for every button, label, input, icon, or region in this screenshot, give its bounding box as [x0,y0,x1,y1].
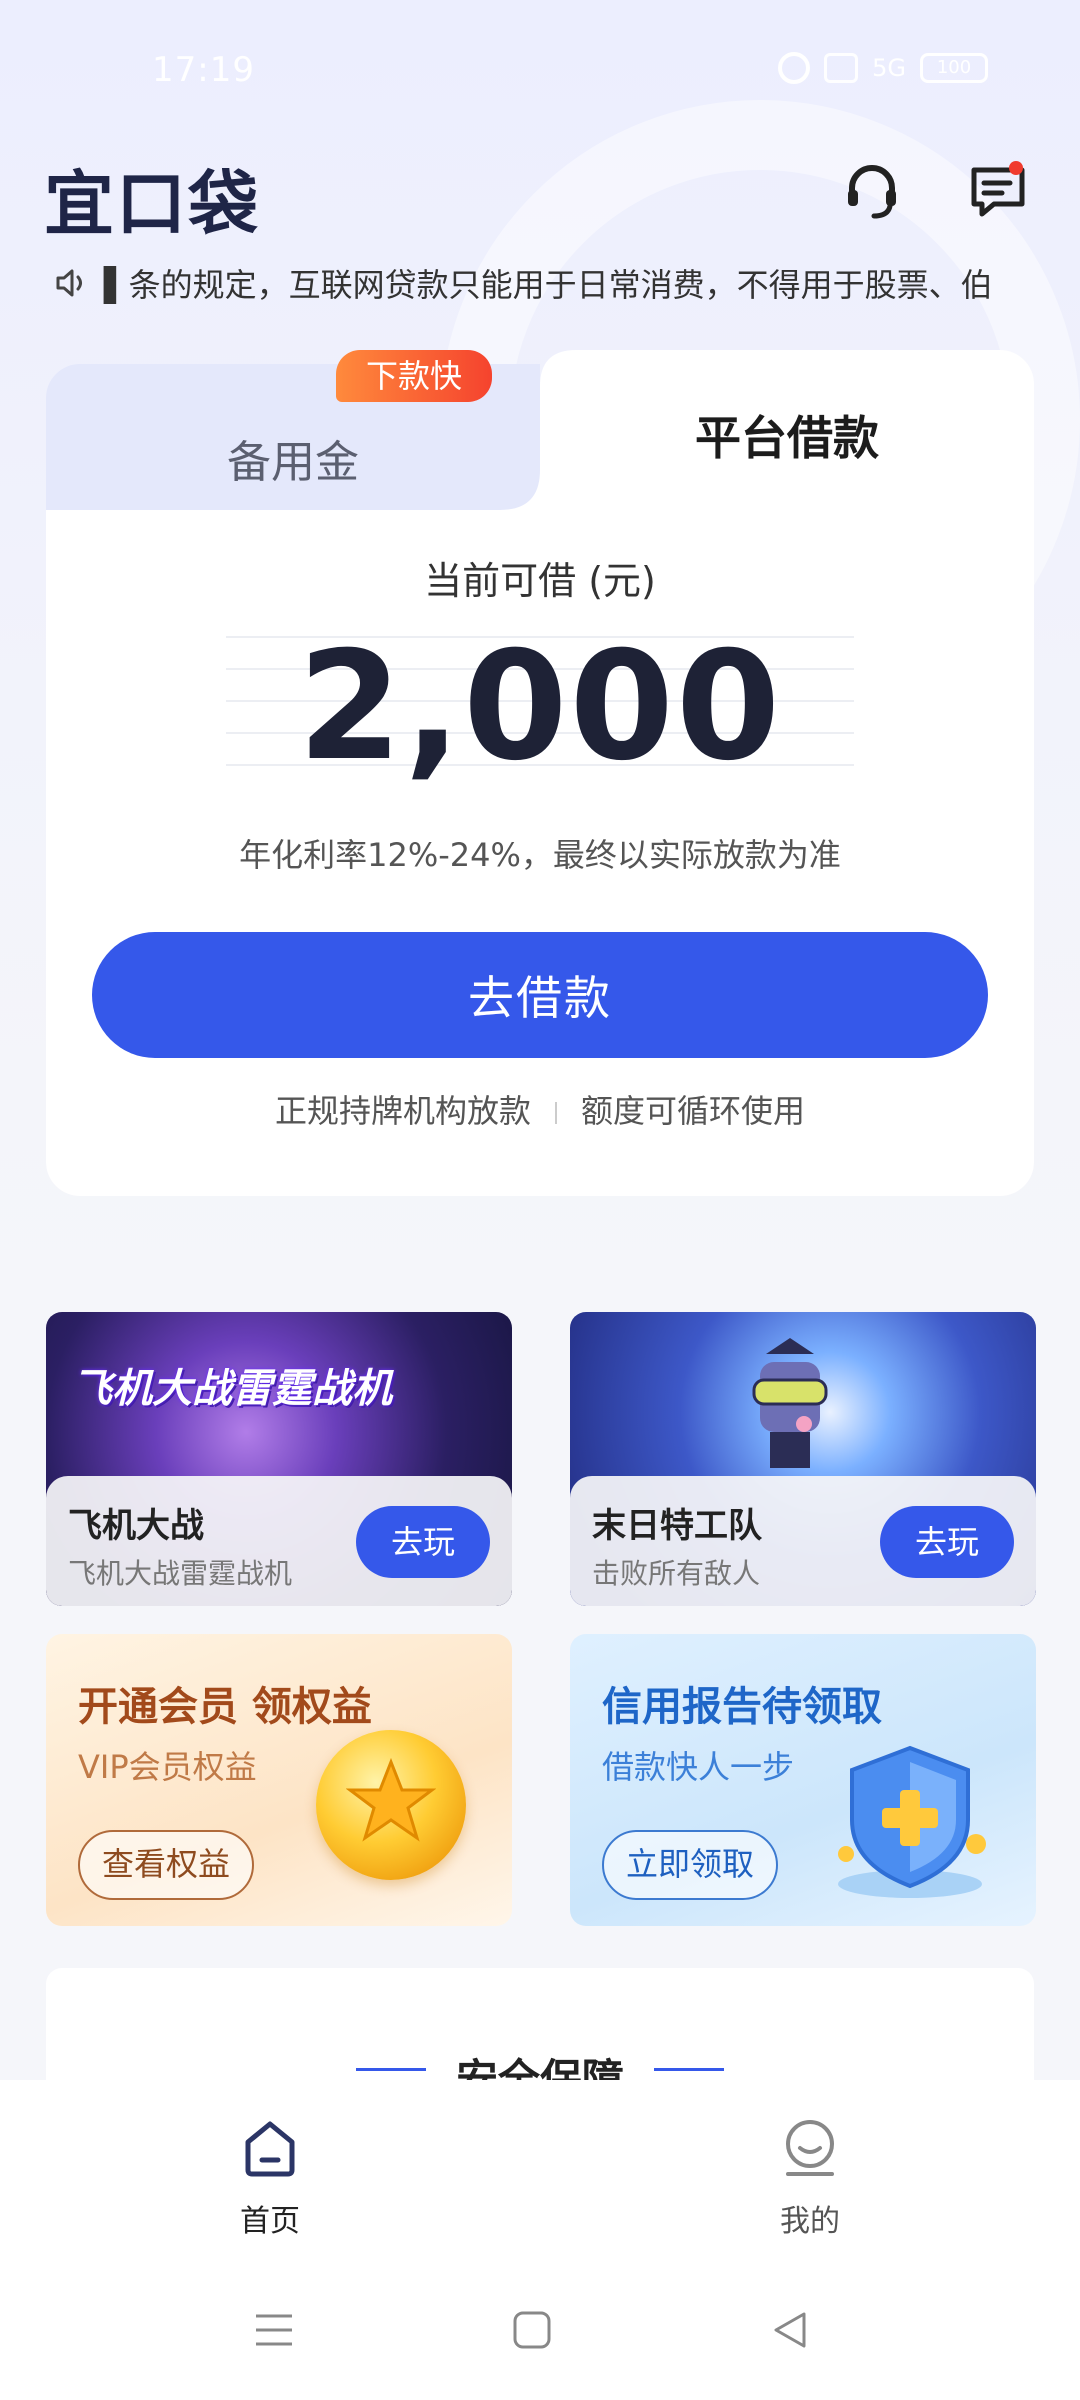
fast-disbursement-badge: 下款快 [336,350,492,402]
notice-text: ▌条的规定，互联网贷款只能用于日常消费，不得用于股票、伯 [104,266,993,304]
tab-reserve-fund-label: 备用金 [227,437,359,488]
game-subtitle: 飞机大战雷霆战机 [68,1557,293,1590]
home-icon [245,2121,295,2177]
shield-icon [838,1745,986,1898]
nav-home-label: 首页 [240,2204,300,2239]
game-title: 飞机大战 [68,1506,204,1546]
feature-revolving: 额度可循环使用 [581,1092,806,1130]
back-icon[interactable] [768,2308,812,2352]
promo-subtitle: VIP会员权益 [78,1748,257,1786]
game-subtitle: 击败所有敌人 [592,1557,761,1590]
tab-platform-loan[interactable]: 平台借款 [540,402,1034,468]
bottom-nav: 首页 我的 [0,2080,1080,2270]
loan-card: 备用金 下款快 平台借款 当前可借 (元) 2,000 年化利率12%-24%，… [46,350,1034,1196]
available-amount: 2,000 [297,620,783,794]
game-banner-text: 飞机大战雷霆战机 [72,1366,392,1412]
vip-promo-card[interactable]: 开通会员 领权益 VIP会员权益 查看权益 [46,1634,512,1926]
game-info: 飞机大战 飞机大战雷霆战机 去玩 [46,1476,512,1606]
home-button-icon[interactable] [510,2308,554,2352]
play-button[interactable]: 去玩 [880,1506,1014,1578]
promo-title: 信用报告待领取 [602,1684,882,1730]
hd-icon [824,53,859,83]
nav-home[interactable]: 首页 [190,2116,350,2240]
nav-mine-label: 我的 [780,2204,840,2239]
system-nav-bar [0,2270,1080,2400]
nav-mine[interactable]: 我的 [730,2116,890,2240]
feature-licensed: 正规持牌机构放款 [274,1092,531,1130]
gold-coin-icon [316,1730,466,1880]
divider [555,1102,557,1124]
game-title: 末日特工队 [592,1506,762,1546]
notice-bar[interactable]: ▌条的规定，互联网贷款只能用于日常消费，不得用于股票、伯 [52,258,1036,308]
status-time: 17:19 [152,50,255,90]
borrow-button[interactable]: 去借款 [92,932,988,1058]
game-info: 末日特工队 击败所有敌人 去玩 [570,1476,1036,1606]
game-character-icon [752,1338,828,1468]
loan-features: 正规持牌机构放款 额度可循环使用 [46,1086,1034,1132]
alarm-icon [778,52,811,84]
promo-title: 开通会员 领权益 [78,1684,372,1730]
interest-rate-text: 年化利率12%-24%，最终以实际放款为准 [239,836,841,874]
star-icon [346,1757,436,1842]
title-decoration-right [654,2068,724,2071]
network-label: 5G [872,54,906,82]
unread-dot [1009,161,1023,175]
status-bar: 17:19 5G 100 [0,0,1080,140]
profile-icon [786,2120,834,2176]
battery-indicator: 100 [920,53,988,83]
status-icons: 5G 100 [778,52,988,84]
credit-report-promo-card[interactable]: 信用报告待领取 借款快人一步 立即领取 [570,1634,1036,1926]
claim-now-button[interactable]: 立即领取 [602,1830,779,1900]
view-benefits-button[interactable]: 查看权益 [78,1830,255,1900]
headset-icon[interactable] [840,158,904,222]
game-card-doomsday-squad[interactable]: 末日特工队 击败所有敌人 去玩 [570,1312,1036,1606]
app-logo: 宜口袋 [44,163,260,245]
speaker-icon [56,269,82,297]
promo-subtitle: 借款快人一步 [602,1748,795,1786]
play-button[interactable]: 去玩 [356,1506,490,1578]
message-icon[interactable] [966,158,1030,222]
security-section: 安全保障 [46,1968,1034,2104]
available-label: 当前可借 (元) [424,559,656,603]
recent-apps-icon[interactable] [252,2308,296,2352]
game-card-plane-battle[interactable]: 飞机大战雷霆战机 飞机大战 飞机大战雷霆战机 去玩 [46,1312,512,1606]
